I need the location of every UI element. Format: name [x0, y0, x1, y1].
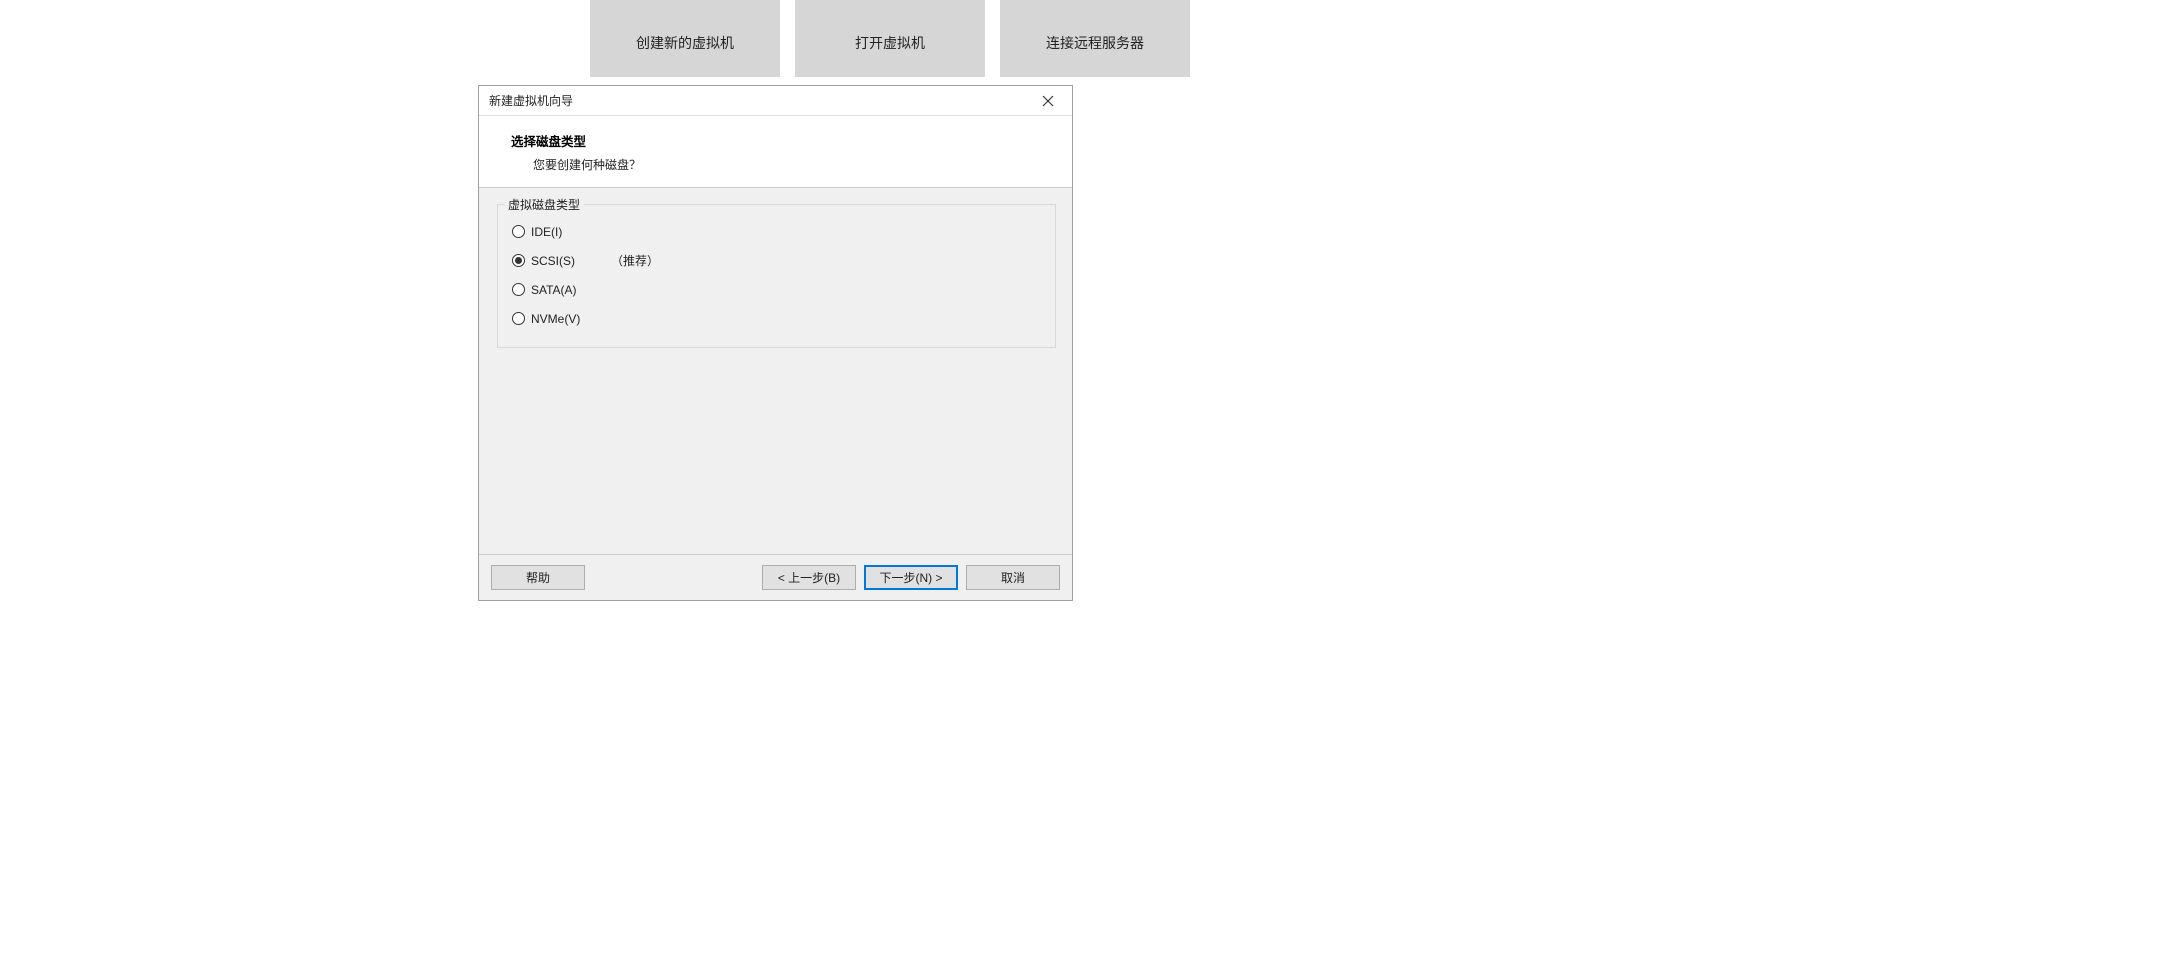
radio-label: SATA(A)	[531, 283, 577, 297]
tile-create-vm[interactable]: 创建新的虚拟机	[590, 0, 780, 77]
radio-scsi[interactable]: SCSI(S) （推荐）	[508, 246, 1045, 275]
button-label: 帮助	[526, 569, 550, 586]
tile-label: 创建新的虚拟机	[636, 33, 734, 53]
radio-icon	[512, 312, 525, 325]
button-label: < 上一步(B)	[778, 569, 840, 586]
new-vm-wizard-dialog: 新建虚拟机向导 选择磁盘类型 您要创建何种磁盘？ 虚拟磁盘类型 IDE(I) S…	[478, 85, 1073, 601]
button-label: 下一步(N) >	[879, 569, 942, 586]
close-button[interactable]	[1026, 87, 1070, 115]
header-title: 选择磁盘类型	[511, 131, 1050, 150]
close-icon	[1042, 95, 1054, 107]
tile-open-vm[interactable]: 打开虚拟机	[795, 0, 985, 77]
radio-label: IDE(I)	[531, 225, 562, 239]
disk-type-group: 虚拟磁盘类型 IDE(I) SCSI(S) （推荐） SATA(A) NVMe(…	[497, 204, 1056, 348]
header-subtitle: 您要创建何种磁盘？	[511, 156, 1050, 173]
recommended-label: （推荐）	[611, 252, 659, 269]
back-button[interactable]: < 上一步(B)	[762, 565, 856, 590]
radio-sata[interactable]: SATA(A)	[508, 275, 1045, 304]
radio-nvme[interactable]: NVMe(V)	[508, 304, 1045, 333]
tile-label: 打开虚拟机	[855, 33, 925, 53]
tile-connect-remote[interactable]: 连接远程服务器	[1000, 0, 1190, 77]
dialog-title: 新建虚拟机向导	[489, 92, 573, 109]
dialog-titlebar: 新建虚拟机向导	[479, 86, 1072, 116]
radio-icon	[512, 254, 525, 267]
radio-label: SCSI(S)	[531, 254, 575, 268]
next-button[interactable]: 下一步(N) >	[864, 565, 958, 590]
button-label: 取消	[1001, 569, 1025, 586]
radio-label: NVMe(V)	[531, 312, 580, 326]
cancel-button[interactable]: 取消	[966, 565, 1060, 590]
dialog-content: 虚拟磁盘类型 IDE(I) SCSI(S) （推荐） SATA(A) NVMe(…	[479, 188, 1072, 554]
radio-ide[interactable]: IDE(I)	[508, 217, 1045, 246]
dialog-footer: 帮助 < 上一步(B) 下一步(N) > 取消	[479, 554, 1072, 600]
tile-label: 连接远程服务器	[1046, 33, 1144, 53]
dialog-header: 选择磁盘类型 您要创建何种磁盘？	[479, 116, 1072, 188]
radio-icon	[512, 225, 525, 238]
group-legend: 虚拟磁盘类型	[504, 196, 584, 213]
radio-icon	[512, 283, 525, 296]
help-button[interactable]: 帮助	[491, 565, 585, 590]
home-tiles: 创建新的虚拟机 打开虚拟机 连接远程服务器	[590, 0, 1190, 77]
